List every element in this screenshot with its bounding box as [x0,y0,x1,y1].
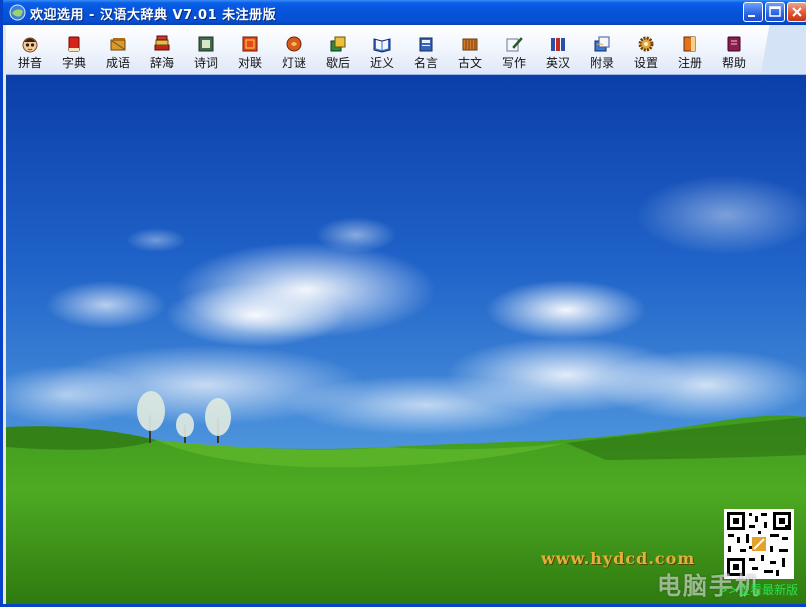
toolbar-tail [750,25,806,74]
tool-label: 近义 [369,56,394,70]
scroll-icon [110,38,126,51]
books-stack-icon [154,35,170,51]
minimize-button[interactable] [743,2,763,22]
couplet-icon [242,36,258,52]
tool-settings[interactable]: 设置 [626,28,666,72]
tool-synonyms[interactable]: 近义 [362,28,402,72]
tool-classical[interactable]: 古文 [450,28,490,72]
splash-area [6,75,806,604]
tool-quotes[interactable]: 名言 [406,28,446,72]
tool-couplets[interactable]: 对联 [230,28,270,72]
tool-label: 灯谜 [281,56,306,70]
help-book-icon [727,36,741,52]
gear-icon [638,36,654,52]
cards-icon [330,36,346,52]
tool-label: 拼音 [17,56,42,70]
window-title: 欢迎选用 - 汉语大辞典 V7.01 未注册版 [30,8,277,23]
tool-idioms[interactable]: 成语 [98,28,138,72]
maximize-icon [769,6,781,17]
tool-pinyin[interactable]: 拼音 [10,28,50,72]
tool-label: 字典 [61,56,86,70]
app-window: 欢迎选用 - 汉语大辞典 V7.01 未注册版 拼音 字典 成语 辞海 诗词 对… [0,0,806,607]
lantern-icon [286,36,302,52]
tool-label: 古文 [457,56,482,70]
tool-xiehouyu[interactable]: 歇后 [318,28,358,72]
app-icon [9,4,26,21]
pen-paper-icon [506,37,523,52]
tool-label: 附录 [589,56,614,70]
bamboo-scroll-icon [462,38,478,51]
tool-register[interactable]: 注册 [670,28,710,72]
minimize-icon [748,15,755,17]
tool-label: 成语 [105,56,130,70]
tool-label: 诗词 [193,56,218,70]
tool-label: 注册 [677,56,702,70]
tool-poetry[interactable]: 诗词 [186,28,226,72]
tool-label: 歇后 [325,56,350,70]
close-button[interactable] [787,2,806,22]
notebook-icon [419,37,433,52]
close-icon [792,7,802,17]
tool-label: 对联 [237,56,262,70]
main-toolbar: 拼音 字典 成语 辞海 诗词 对联 灯谜 歇后 近义 名言 古文 写作 英汉 附… [6,25,806,75]
tool-appendix[interactable]: 附录 [582,28,622,72]
dictionary-books-icon [551,38,565,51]
check-new-version-link[interactable]: >>查看最新版 [718,581,798,598]
tool-label: 英汉 [545,56,570,70]
red-book-icon [68,36,80,52]
key-book-icon [683,36,696,52]
framed-picture-icon [198,36,214,52]
tool-help[interactable]: 帮助 [714,28,754,72]
tool-cihai[interactable]: 辞海 [142,28,182,72]
title-bar[interactable]: 欢迎选用 - 汉语大辞典 V7.01 未注册版 [3,0,806,25]
tool-label: 设置 [633,56,658,70]
tool-label: 名言 [413,56,438,70]
face-icon [22,37,38,53]
documents-icon [594,36,610,52]
open-book-icon [373,38,391,53]
tool-writing[interactable]: 写作 [494,28,534,72]
tool-english-chinese[interactable]: 英汉 [538,28,578,72]
tool-label: 写作 [501,56,526,70]
landscape-wallpaper [6,75,806,604]
tool-label: 辞海 [149,56,174,70]
tool-label: 帮助 [721,56,746,70]
tool-dictionary[interactable]: 字典 [54,28,94,72]
maximize-button[interactable] [765,2,785,22]
tool-riddles[interactable]: 灯谜 [274,28,314,72]
